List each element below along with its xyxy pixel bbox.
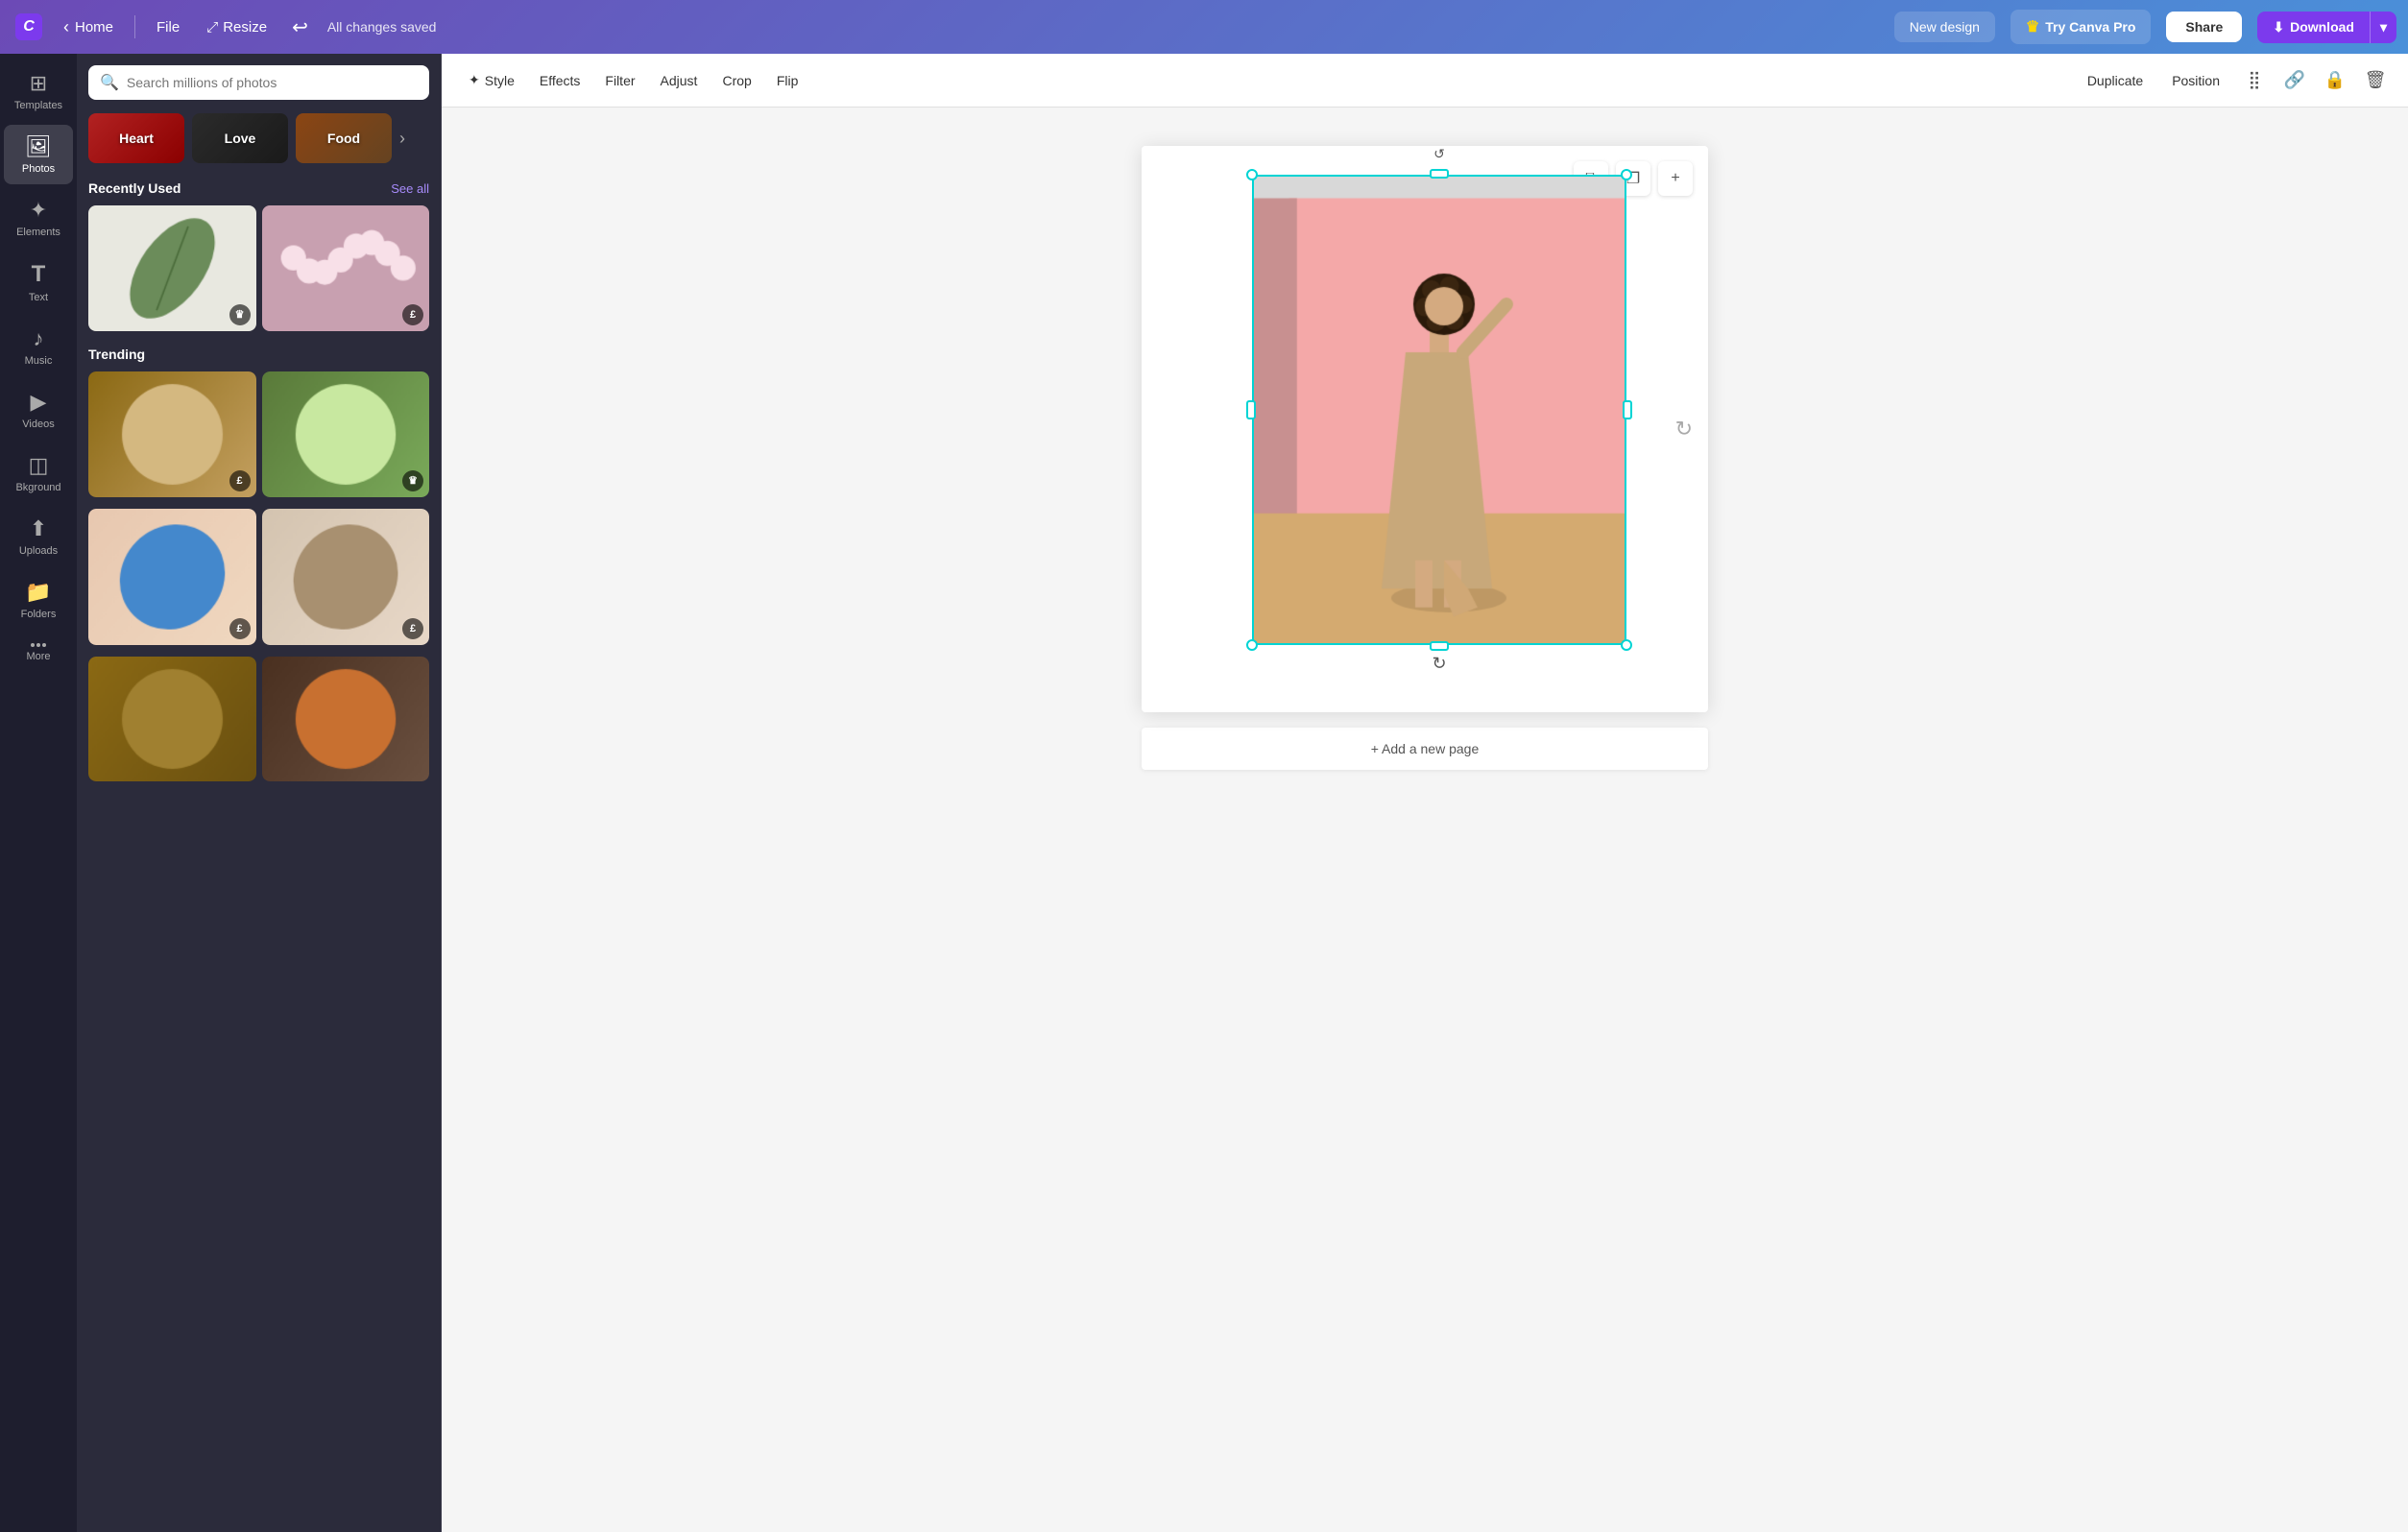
sidebar-item-uploads[interactable]: ⬆ Uploads	[4, 507, 73, 566]
link-icon-btn[interactable]: 🔗	[2277, 63, 2312, 98]
toolbar-adjust[interactable]: Adjust	[649, 67, 710, 94]
sidebar-item-elements[interactable]: ✦ Elements	[4, 188, 73, 248]
pro-badge-t1: £	[229, 470, 251, 491]
uploads-icon: ⬆	[30, 516, 47, 541]
sidebar-item-music[interactable]: ♪ Music	[4, 317, 73, 376]
sidebar-item-folders[interactable]: 📁 Folders	[4, 570, 73, 630]
category-strip: Heart Love Food ›	[77, 108, 441, 169]
resize-button[interactable]: ⤢ Resize	[197, 13, 277, 41]
canvas-add-icon-btn[interactable]: +	[1658, 161, 1693, 196]
recently-used-header: Recently Used See all	[88, 180, 429, 196]
undo-button[interactable]: ↩	[284, 10, 316, 45]
home-button[interactable]: ‹ Home	[54, 12, 123, 43]
trending-grid: £ ♛ £ £	[88, 371, 429, 782]
background-icon: ◫	[29, 453, 49, 478]
search-input[interactable]	[127, 75, 418, 90]
top-navigation: C ‹ Home File ⤢ Resize ↩ All changes sav…	[0, 0, 2408, 54]
toolbar-flip[interactable]: Flip	[765, 67, 810, 94]
canvas-scroll: ⧉ ❐ +	[442, 108, 2408, 1532]
search-area: 🔍	[77, 54, 441, 108]
sidebar-item-more[interactable]: More	[4, 634, 73, 672]
file-menu[interactable]: File	[147, 13, 189, 41]
sidebar-item-text[interactable]: T Text	[4, 251, 73, 313]
crown-icon: ♛	[2026, 17, 2039, 36]
new-design-button[interactable]: New design	[1894, 12, 1995, 42]
canvas-page: ⧉ ❐ +	[1142, 146, 1708, 712]
download-main[interactable]: ⬇ Download	[2257, 12, 2370, 43]
more-dots-icon	[31, 643, 46, 647]
see-all-button[interactable]: See all	[391, 181, 429, 196]
templates-icon: ⊞	[30, 71, 47, 96]
resize-icon: ⤢	[206, 19, 218, 36]
toolbar-right: Duplicate Position ⣿ 🔗 🔒 🗑	[2076, 63, 2393, 98]
toolbar-filter[interactable]: Filter	[593, 67, 646, 94]
nav-divider	[134, 15, 135, 38]
delete-icon-btn[interactable]: 🗑	[2358, 63, 2393, 98]
mosaic-icon-btn[interactable]: ⣿	[2237, 63, 2272, 98]
sidebar-item-templates[interactable]: ⊞ Templates	[4, 61, 73, 121]
canvas-area: ✦ Style Effects Filter Adjust Crop Flip …	[442, 54, 2408, 1532]
download-button[interactable]: ⬇ Download ▾	[2257, 12, 2396, 43]
trending-header: Trending	[88, 347, 429, 362]
search-box[interactable]: 🔍	[88, 65, 429, 100]
hide-panel-toggle[interactable]: ‹	[437, 770, 442, 816]
toolbar-duplicate[interactable]: Duplicate	[2076, 67, 2155, 94]
canva-logo: C	[15, 13, 42, 40]
trending-photo-2[interactable]: ♛	[262, 371, 430, 497]
photos-scroll-area: Recently Used See all ♛ £ Trending	[77, 169, 441, 1532]
videos-icon: ▶	[31, 390, 47, 415]
music-icon: ♪	[34, 326, 44, 351]
share-button[interactable]: Share	[2166, 12, 2242, 42]
sidebar-item-videos[interactable]: ▶ Videos	[4, 380, 73, 440]
right-rotate-icon: ↻	[1675, 417, 1693, 441]
canva-logo-area: C	[12, 13, 46, 40]
text-icon: T	[32, 261, 46, 288]
elements-icon: ✦	[30, 198, 47, 223]
selected-image[interactable]: ↺ ↻	[1252, 175, 1626, 645]
rotate-handle-bottom[interactable]: ↻	[1432, 654, 1446, 674]
toolbar-position[interactable]: Position	[2160, 67, 2231, 94]
search-icon: 🔍	[100, 73, 119, 92]
main-area: ⊞ Templates 🖼 Photos ✦ Elements T Text ♪…	[0, 54, 2408, 1532]
category-tag-love[interactable]: Love	[192, 113, 288, 163]
recently-used-grid: ♛ £	[88, 205, 429, 331]
add-page-bar[interactable]: + Add a new page	[1142, 728, 1708, 770]
rotate-handle-top[interactable]: ↺	[1433, 146, 1445, 162]
woman-photo	[1252, 175, 1626, 645]
try-pro-button[interactable]: ♛ Try Canva Pro	[2011, 10, 2152, 44]
pro-badge-t2: ♛	[402, 470, 423, 491]
folders-icon: 📁	[25, 580, 51, 605]
sidebar-item-background[interactable]: ◫ Bkground	[4, 443, 73, 503]
trending-photo-4[interactable]: £	[262, 509, 430, 645]
recent-photo-2[interactable]: £	[262, 205, 430, 331]
pro-badge-t3: £	[229, 618, 251, 639]
trending-photo-3[interactable]: £	[88, 509, 256, 645]
category-scroll-right-icon[interactable]: ›	[399, 129, 405, 149]
download-icon: ⬇	[2273, 19, 2284, 36]
trending-photo-5[interactable]	[88, 657, 256, 782]
category-tag-heart[interactable]: Heart	[88, 113, 184, 163]
chevron-left-icon: ‹	[63, 17, 69, 37]
trending-photo-1[interactable]: £	[88, 371, 256, 497]
pro-badge-t4: £	[402, 618, 423, 639]
trending-photo-6[interactable]	[262, 657, 430, 782]
sidebar-item-photos[interactable]: 🖼 Photos	[4, 125, 73, 184]
category-tag-food[interactable]: Food	[296, 113, 392, 163]
toolbar-crop[interactable]: Crop	[710, 67, 762, 94]
photos-panel: 🔍 Heart Love Food › Recently Used See al…	[77, 54, 442, 1532]
toolbar-effects[interactable]: Effects	[528, 67, 592, 94]
toolbar: ✦ Style Effects Filter Adjust Crop Flip …	[442, 54, 2408, 108]
lock-icon-btn[interactable]: 🔒	[2318, 63, 2352, 98]
pro-badge-1: ♛	[229, 304, 251, 325]
canvas-right-rotate[interactable]: ↻	[1675, 417, 1693, 442]
photos-icon: 🖼	[25, 134, 52, 159]
icon-sidebar: ⊞ Templates 🖼 Photos ✦ Elements T Text ♪…	[0, 54, 77, 1532]
pro-badge-2: £	[402, 304, 423, 325]
saved-status: All changes saved	[327, 19, 437, 35]
download-dropdown-arrow[interactable]: ▾	[2370, 12, 2396, 43]
toolbar-style[interactable]: ✦ Style	[457, 66, 526, 94]
recent-photo-1[interactable]: ♛	[88, 205, 256, 331]
style-icon: ✦	[469, 72, 480, 88]
